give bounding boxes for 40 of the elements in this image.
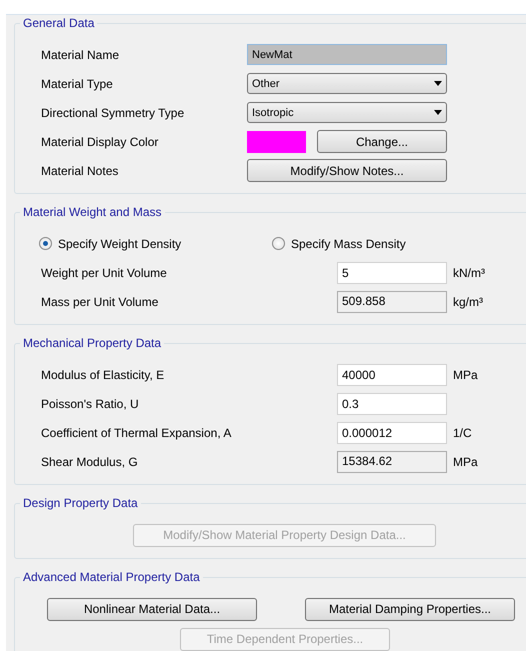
field-label: Poisson's Ratio, U bbox=[41, 396, 140, 410]
radio-label: Specify Weight Density bbox=[58, 236, 182, 250]
group-title: Advanced Material Property Data bbox=[20, 570, 203, 584]
action-button[interactable]: Material Damping Properties... bbox=[305, 598, 515, 620]
field-label: Material Notes bbox=[41, 164, 120, 178]
field-label: Directional Symmetry Type bbox=[41, 106, 186, 120]
field-label: Material Type bbox=[41, 76, 114, 90]
number-field: 15384.62 bbox=[337, 450, 447, 472]
number-field[interactable]: 5 bbox=[337, 262, 447, 284]
field-label: Weight per Unit Volume bbox=[41, 266, 168, 280]
unit-label: MPa bbox=[453, 368, 478, 382]
notes-button[interactable]: Modify/Show Notes... bbox=[247, 159, 447, 182]
radio-button[interactable] bbox=[39, 237, 52, 250]
field-label: Shear Modulus, G bbox=[41, 454, 139, 468]
dropdown[interactable]: Isotropic bbox=[247, 102, 447, 123]
field-label: Mass per Unit Volume bbox=[41, 294, 160, 308]
unit-label: MPa bbox=[453, 454, 478, 468]
name-field[interactable]: NewMat bbox=[247, 44, 447, 65]
number-field[interactable]: 40000 bbox=[337, 364, 447, 386]
unit-label: kg/m³ bbox=[453, 294, 483, 308]
unit-label: kN/m³ bbox=[453, 266, 485, 280]
field-label: Coefficient of Thermal Expansion, A bbox=[41, 426, 232, 440]
unit-label: 1/C bbox=[453, 426, 472, 440]
caret-icon bbox=[434, 81, 442, 86]
field-label: Material Display Color bbox=[41, 134, 160, 148]
number-field[interactable]: 0.3 bbox=[337, 392, 447, 414]
action-button[interactable]: Nonlinear Material Data... bbox=[47, 598, 257, 620]
group-title: Mechanical Property Data bbox=[20, 336, 164, 350]
dropdown[interactable]: Other bbox=[247, 73, 447, 94]
number-field[interactable]: 0.000012 bbox=[337, 422, 447, 444]
group-title: Material Weight and Mass bbox=[20, 205, 165, 219]
radio-button[interactable] bbox=[272, 237, 285, 250]
change-button[interactable]: Change... bbox=[317, 130, 447, 153]
field-label: Material Name bbox=[41, 48, 120, 62]
group-title: Design Property Data bbox=[20, 496, 141, 510]
number-field: 509.858 bbox=[337, 290, 447, 312]
field-label: Modulus of Elasticity, E bbox=[41, 368, 166, 382]
caret-icon bbox=[434, 110, 442, 115]
radio-label: Specify Mass Density bbox=[291, 236, 406, 250]
group-title: General Data bbox=[20, 16, 98, 30]
